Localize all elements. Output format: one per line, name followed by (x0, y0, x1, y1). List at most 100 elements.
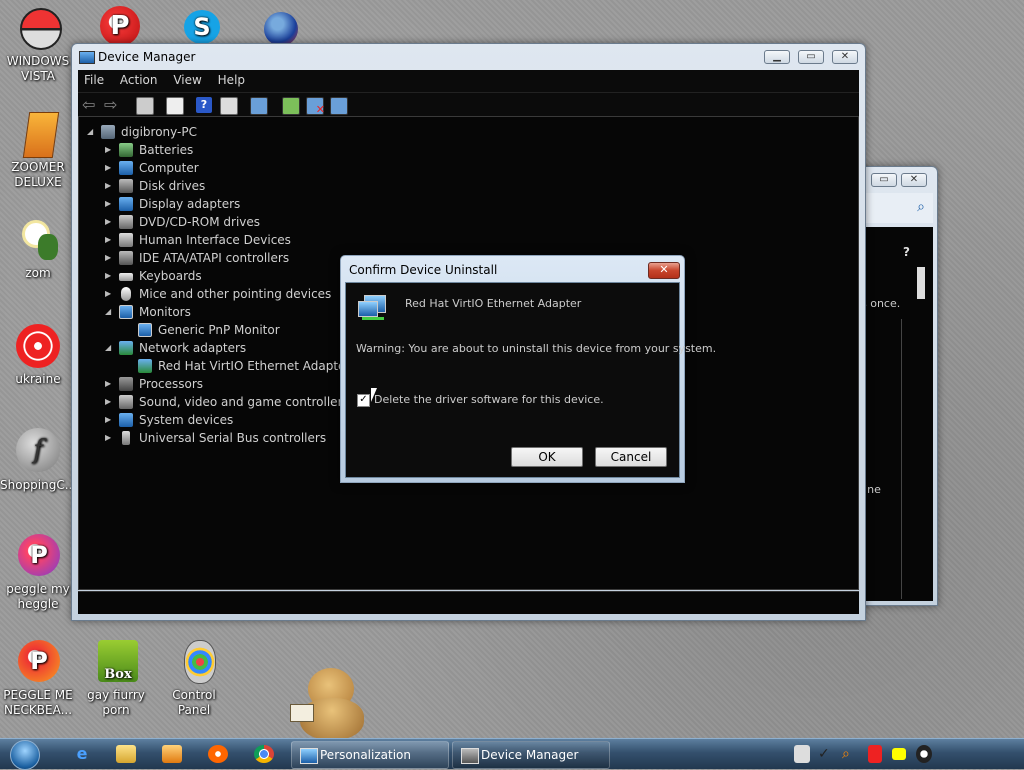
expand-arrow-icon[interactable]: ▶ (105, 141, 115, 159)
desktop-icon-peggle-me[interactable]: P PEGGLE ME NECKBEA... (0, 638, 76, 718)
background-window-content: ? s once. line (861, 227, 933, 601)
ide-controller-icon (119, 251, 133, 265)
desktop-icon-peggle-my-heggle[interactable]: P peggle my heggle (0, 532, 76, 612)
delete-driver-label[interactable]: Delete the driver software for this devi… (374, 393, 604, 406)
warning-text: Warning: You are about to uninstall this… (356, 342, 717, 355)
menu-file[interactable]: File (78, 70, 110, 87)
taskbar-button-personalization[interactable]: Personalization (291, 741, 449, 769)
menu-action[interactable]: Action (114, 70, 164, 87)
tree-item-batteries[interactable]: ▶ Batteries (105, 141, 405, 159)
peggle-icon: P (14, 532, 62, 580)
skype-icon: S (170, 2, 220, 44)
view-icon[interactable] (220, 97, 238, 115)
desktop-icon-zom[interactable]: zom (0, 216, 76, 281)
monitor-icon (138, 323, 152, 337)
expand-arrow-icon[interactable]: ▶ (105, 429, 115, 447)
minimize-button[interactable]: ▁ (764, 50, 790, 64)
taskbar-button-device-manager[interactable]: Device Manager (452, 741, 610, 769)
collapse-arrow-icon[interactable]: ◢ (105, 339, 115, 357)
chrome-icon[interactable] (254, 745, 274, 763)
expand-arrow-icon[interactable]: ▶ (105, 213, 115, 231)
update-driver-icon[interactable] (282, 97, 300, 115)
tray-search-icon[interactable]: ⌕ (842, 745, 858, 763)
tree-root[interactable]: ◢ digibrony-PC (87, 123, 387, 141)
properties-icon[interactable] (166, 97, 184, 115)
title-bar[interactable]: Device Manager ▁ ▭ ✕ (72, 44, 865, 70)
expand-arrow-icon[interactable]: ▶ (105, 159, 115, 177)
background-text-1: s once. (861, 297, 901, 310)
computer-icon (101, 125, 115, 139)
help-icon[interactable]: ? (196, 97, 212, 113)
start-button[interactable] (6, 739, 44, 770)
show-hide-tree-icon[interactable] (136, 97, 154, 115)
desktop-icon-box[interactable]: Box gay fiurry porn (78, 638, 154, 718)
close-button[interactable]: ✕ (832, 50, 858, 64)
close-button[interactable]: ✕ (901, 173, 927, 187)
search-icon[interactable]: ⌕ (917, 199, 925, 215)
background-window[interactable]: ▭ ✕ ⌕ ? s once. line (856, 166, 938, 606)
scrollbar-thumb[interactable] (917, 267, 925, 299)
expand-arrow-icon[interactable]: ▶ (105, 285, 115, 303)
scan-hardware-icon[interactable] (250, 97, 268, 115)
display-adapter-icon (119, 197, 133, 211)
collapse-arrow-icon[interactable]: ◢ (105, 303, 115, 321)
tray-notification-icon[interactable] (892, 748, 906, 760)
maximize-button[interactable]: ▭ (798, 50, 824, 64)
back-arrow-icon[interactable]: ⇦ (82, 97, 98, 113)
tray-volume-icon[interactable] (916, 745, 932, 763)
dialog-close-button[interactable]: ✕ (648, 262, 680, 279)
tree-item-computer[interactable]: ▶ Computer (105, 159, 405, 177)
enable-device-icon[interactable] (330, 97, 348, 115)
window-title: Device Manager (98, 50, 196, 64)
uninstall-icon[interactable]: ✕ (306, 97, 325, 116)
computer-icon (119, 161, 133, 175)
expand-arrow-icon[interactable]: ▶ (105, 231, 115, 249)
expand-arrow-icon[interactable]: ▶ (105, 411, 115, 429)
desktop-icon-skype[interactable]: S (156, 2, 232, 44)
tray-flag-icon[interactable] (868, 745, 882, 763)
menu-help[interactable]: Help (212, 70, 251, 87)
desktop-icon-shopping[interactable]: f ShoppingC... (0, 428, 76, 493)
desktop-icon-control-panel[interactable]: Control Panel (156, 638, 232, 718)
confirm-uninstall-dialog[interactable]: Confirm Device Uninstall ✕ Red Hat VirtI… (340, 255, 716, 483)
desktop-icon-ball[interactable] (234, 2, 310, 46)
expand-arrow-icon[interactable]: ▶ (105, 375, 115, 393)
toolbar: ⇦ ⇨ ? ✕ (78, 92, 859, 117)
tray-app-icon[interactable] (794, 745, 810, 763)
internet-explorer-icon[interactable]: e (72, 745, 92, 763)
expand-arrow-icon[interactable]: ▶ (105, 249, 115, 267)
expand-arrow-icon[interactable]: ▶ (105, 177, 115, 195)
desktop-icon-windows-vista[interactable]: WINDOWS VISTA (0, 4, 76, 84)
tray-tools-icon[interactable]: ✓ (818, 745, 834, 763)
tree-item-display-adapters[interactable]: ▶ Display adapters (105, 195, 405, 213)
desktop-icon-ukraine[interactable]: ukraine (0, 322, 76, 387)
desktop-icon-zoomer-deluxe[interactable]: ZOOMER DELUXE (0, 110, 76, 190)
desktop-icon-label: PEGGLE ME NECKBEA... (3, 688, 73, 717)
expand-arrow-icon[interactable]: ▶ (105, 267, 115, 285)
expand-arrow-icon[interactable]: ▶ (105, 195, 115, 213)
desktop-icon-label: gay fiurry porn (87, 688, 145, 717)
tree-item-disk-drives[interactable]: ▶ Disk drives (105, 177, 405, 195)
hamster-box-icon: Box (92, 638, 140, 686)
menu-view[interactable]: View (167, 70, 207, 87)
radiation-icon (14, 322, 62, 370)
taskbar: e Personalization Device Manager ✓ ⌕ (0, 738, 1024, 770)
status-bar (78, 591, 859, 614)
forward-arrow-icon[interactable]: ⇨ (104, 97, 120, 113)
tree-item-dvd-drives[interactable]: ▶ DVD/CD-ROM drives (105, 213, 405, 231)
delete-driver-checkbox[interactable]: ✓ (357, 394, 370, 407)
folder-icon[interactable] (116, 745, 136, 763)
tree-item-hid[interactable]: ▶ Human Interface Devices (105, 231, 405, 249)
desktop-icon-label: ShoppingC... (0, 478, 77, 492)
maximize-button[interactable]: ▭ (871, 173, 897, 187)
help-icon[interactable]: ? (903, 245, 910, 259)
peggle-icon: P (14, 638, 62, 686)
media-player-icon[interactable] (162, 745, 182, 763)
app-icon[interactable] (208, 745, 228, 763)
cancel-button[interactable]: Cancel (595, 447, 667, 467)
desktop-icon-peggle[interactable]: P (78, 2, 154, 46)
expand-arrow-icon[interactable]: ▶ (105, 393, 115, 411)
collapse-arrow-icon[interactable]: ◢ (87, 123, 97, 141)
address-bar: ⌕ (861, 193, 933, 223)
ok-button[interactable]: OK (511, 447, 583, 467)
